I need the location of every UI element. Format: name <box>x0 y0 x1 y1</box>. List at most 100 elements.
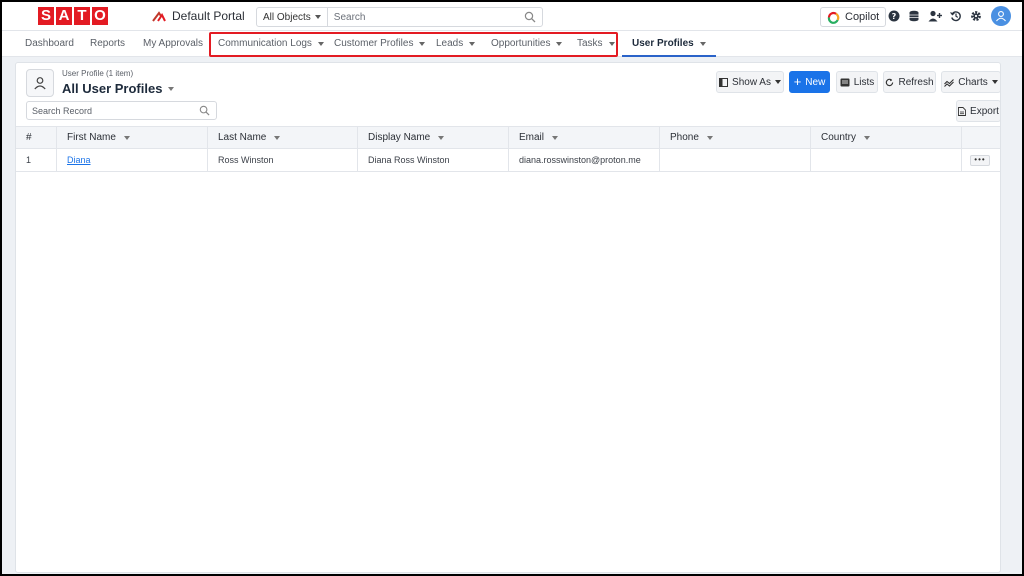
settings-icon[interactable] <box>970 10 982 22</box>
cell-actions: ••• <box>962 149 1000 171</box>
cell-email: diana.rosswinston@proton.me <box>509 149 660 171</box>
chevron-down-icon[interactable] <box>552 135 559 140</box>
list-view-selector[interactable]: All User Profiles <box>62 81 175 96</box>
navigation-tabs: Dashboard Reports My Approvals Communica… <box>2 31 1022 57</box>
record-search-input[interactable] <box>27 103 199 118</box>
add-user-icon[interactable] <box>928 10 942 22</box>
show-as-button[interactable]: Show As <box>716 71 784 93</box>
tab-dashboard[interactable]: Dashboard <box>25 31 74 57</box>
logo-letter: T <box>74 7 90 25</box>
export-label: Export <box>970 105 999 117</box>
cell-first-name: Diana <box>57 149 208 171</box>
new-label: New <box>805 76 826 88</box>
chevron-down-icon <box>469 42 476 46</box>
tab-label: My Approvals <box>143 38 204 49</box>
chevron-down-icon[interactable] <box>274 135 281 140</box>
tab-opportunities[interactable]: Opportunities <box>491 31 563 57</box>
column-header-label: # <box>26 132 32 143</box>
tab-customer-profiles[interactable]: Customer Profiles <box>334 31 426 57</box>
tab-label: Communication Logs <box>218 38 312 49</box>
tab-label: Customer Profiles <box>334 38 414 49</box>
top-header: S A T O Default Portal All Objects Searc… <box>2 2 1022 31</box>
tab-reports[interactable]: Reports <box>90 31 125 57</box>
record-count-label: User Profile (1 item) <box>62 69 134 78</box>
column-header-label: Country <box>821 132 857 143</box>
export-button[interactable]: Export <box>956 100 1001 122</box>
table-row: 1 Diana Ross Winston Diana Ross Winston … <box>16 149 1000 172</box>
page-title: All User Profiles <box>62 81 163 96</box>
search-icon[interactable] <box>524 11 536 23</box>
list-view-panel: User Profile (1 item) All User Profiles … <box>15 62 1001 573</box>
copilot-button[interactable]: Copilot <box>820 7 887 27</box>
tab-leads[interactable]: Leads <box>436 31 476 57</box>
global-search-input[interactable] <box>327 9 524 25</box>
column-header-label: Last Name <box>218 132 267 143</box>
refresh-icon <box>886 78 894 86</box>
chevron-down-icon <box>419 42 426 46</box>
column-header-number: # <box>16 127 57 148</box>
row-actions-button[interactable]: ••• <box>970 154 990 166</box>
user-profile-icon <box>26 69 54 97</box>
record-search <box>26 101 217 120</box>
tab-communication-logs[interactable]: Communication Logs <box>218 31 324 57</box>
object-filter-select[interactable]: All Objects <box>257 8 328 26</box>
column-header-first-name[interactable]: First Name <box>57 127 208 148</box>
refresh-label: Refresh <box>898 76 934 88</box>
show-as-label: Show As <box>732 76 771 88</box>
object-filter-label: All Objects <box>263 11 311 23</box>
cell-display-name: Diana Ross Winston <box>358 149 509 171</box>
chevron-down-icon <box>774 80 781 84</box>
column-header-actions <box>962 127 1000 148</box>
logo-letter: O <box>92 7 108 25</box>
tab-label: Dashboard <box>25 38 74 49</box>
chevron-down-icon <box>317 42 324 46</box>
lists-label: Lists <box>853 76 875 88</box>
column-header-last-name[interactable]: Last Name <box>208 127 358 148</box>
table-header-row: # First Name Last Name Display Name Emai… <box>16 126 1000 149</box>
column-header-label: Email <box>519 132 545 143</box>
search-icon[interactable] <box>199 105 210 116</box>
column-header-label: First Name <box>67 132 116 143</box>
database-icon[interactable] <box>908 10 920 22</box>
record-link[interactable]: Diana <box>67 155 91 165</box>
column-header-phone[interactable]: Phone <box>660 127 811 148</box>
help-icon[interactable]: ? <box>888 10 900 22</box>
charts-label: Charts <box>958 76 988 88</box>
history-icon[interactable] <box>950 10 962 22</box>
chevron-down-icon[interactable] <box>864 135 871 140</box>
chevron-down-icon[interactable] <box>438 135 445 140</box>
column-header-country[interactable]: Country <box>811 127 962 148</box>
global-search: All Objects <box>256 7 543 27</box>
column-header-label: Phone <box>670 132 699 143</box>
column-header-display-name[interactable]: Display Name <box>358 127 509 148</box>
app-window: S A T O Default Portal All Objects Searc… <box>2 2 1022 574</box>
lists-button[interactable]: Lists <box>836 71 878 93</box>
user-avatar-icon[interactable] <box>991 6 1011 26</box>
column-header-email[interactable]: Email <box>509 127 660 148</box>
sato-logo[interactable]: S A T O <box>38 7 108 25</box>
tab-tasks[interactable]: Tasks <box>577 31 615 57</box>
chevron-down-icon[interactable] <box>706 135 713 140</box>
tab-label: Opportunities <box>491 38 551 49</box>
portal-icon <box>152 11 166 22</box>
cell-country <box>811 149 962 171</box>
tab-label: Leads <box>436 38 464 49</box>
cell-phone <box>660 149 811 171</box>
copilot-label: Copilot <box>845 11 880 23</box>
portal-name: Default Portal <box>172 9 245 23</box>
portal-switcher[interactable]: Default Portal <box>152 9 245 23</box>
layout-icon <box>719 77 729 87</box>
tab-user-profiles[interactable]: User Profiles <box>622 31 716 57</box>
plus-icon: + <box>793 74 802 89</box>
chevron-down-icon <box>991 80 998 84</box>
cell-last-name: Ross Winston <box>208 149 358 171</box>
refresh-button[interactable]: Refresh <box>883 71 936 93</box>
charts-button[interactable]: Charts <box>941 71 1001 93</box>
copilot-icon <box>827 11 840 24</box>
chevron-down-icon[interactable] <box>123 135 130 140</box>
tab-my-approvals[interactable]: My Approvals <box>143 31 203 57</box>
chevron-down-icon <box>168 86 175 91</box>
tab-label: Reports <box>90 38 126 49</box>
logo-letter: S <box>38 7 54 25</box>
new-record-button[interactable]: + New <box>789 71 830 93</box>
